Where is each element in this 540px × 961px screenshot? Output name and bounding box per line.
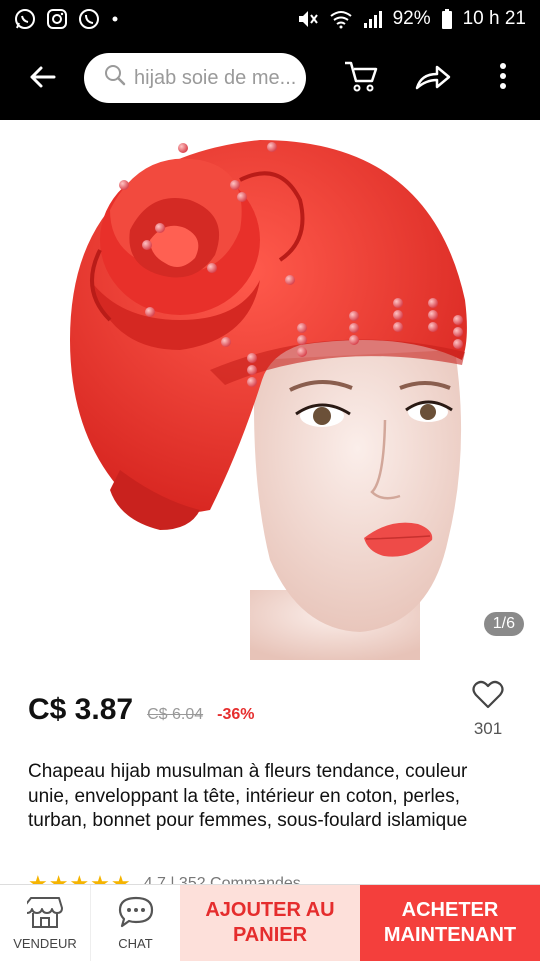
chat-label: CHAT bbox=[118, 936, 153, 951]
cart-icon bbox=[343, 59, 379, 98]
mute-icon bbox=[297, 9, 319, 29]
image-pager: 1/6 bbox=[483, 612, 524, 636]
dot-icon bbox=[110, 14, 120, 24]
bottom-action-bar: VENDEUR CHAT AJOUTER AU PANIER ACHETER M… bbox=[0, 884, 540, 961]
wishlist-count: 301 bbox=[473, 719, 503, 738]
product-image bbox=[70, 140, 467, 660]
search-placeholder: hijab soie de me... bbox=[134, 66, 297, 89]
phone-app-icon bbox=[78, 8, 100, 30]
back-button[interactable] bbox=[0, 38, 84, 120]
wifi-icon bbox=[329, 9, 353, 29]
discount-badge: -36% bbox=[217, 706, 255, 723]
battery-percent: 92% bbox=[392, 8, 431, 29]
product-image-gallery[interactable]: 1/6 bbox=[0, 120, 540, 660]
more-button[interactable] bbox=[478, 53, 528, 103]
status-right: 92% 10 h 21 bbox=[297, 8, 526, 30]
heart-icon bbox=[472, 680, 504, 714]
clock: 10 h 21 bbox=[462, 8, 526, 29]
price-row: C$ 3.87 C$ 6.04 -36% bbox=[28, 693, 254, 727]
vendor-button[interactable]: VENDEUR bbox=[0, 885, 90, 961]
search-icon bbox=[104, 64, 126, 92]
cart-button[interactable] bbox=[336, 53, 386, 103]
share-icon bbox=[414, 61, 452, 96]
app-bar: hijab soie de me... bbox=[0, 38, 540, 120]
status-left bbox=[14, 8, 120, 30]
more-vert-icon bbox=[499, 62, 507, 95]
buy-now-button[interactable]: ACHETER MAINTENANT bbox=[360, 885, 540, 961]
chat-button[interactable]: CHAT bbox=[90, 885, 180, 961]
instagram-icon bbox=[46, 8, 68, 30]
store-icon bbox=[22, 895, 63, 932]
back-arrow-icon bbox=[28, 65, 56, 94]
status-bar: 92% 10 h 21 bbox=[0, 0, 540, 38]
product-title: Chapeau hijab musulman à fleurs tendance… bbox=[28, 761, 468, 831]
add-to-cart-button[interactable]: AJOUTER AU PANIER bbox=[180, 885, 360, 961]
share-button[interactable] bbox=[408, 53, 458, 103]
original-price: C$ 6.04 bbox=[147, 706, 204, 723]
wishlist-button[interactable]: 301 bbox=[458, 680, 518, 739]
chat-icon bbox=[117, 895, 155, 932]
price: C$ 3.87 bbox=[28, 693, 134, 726]
search-input[interactable]: hijab soie de me... bbox=[84, 53, 306, 103]
signal-icon bbox=[363, 9, 383, 29]
battery-icon bbox=[441, 9, 453, 29]
whatsapp-icon bbox=[14, 8, 36, 30]
vendor-label: VENDEUR bbox=[13, 936, 77, 951]
